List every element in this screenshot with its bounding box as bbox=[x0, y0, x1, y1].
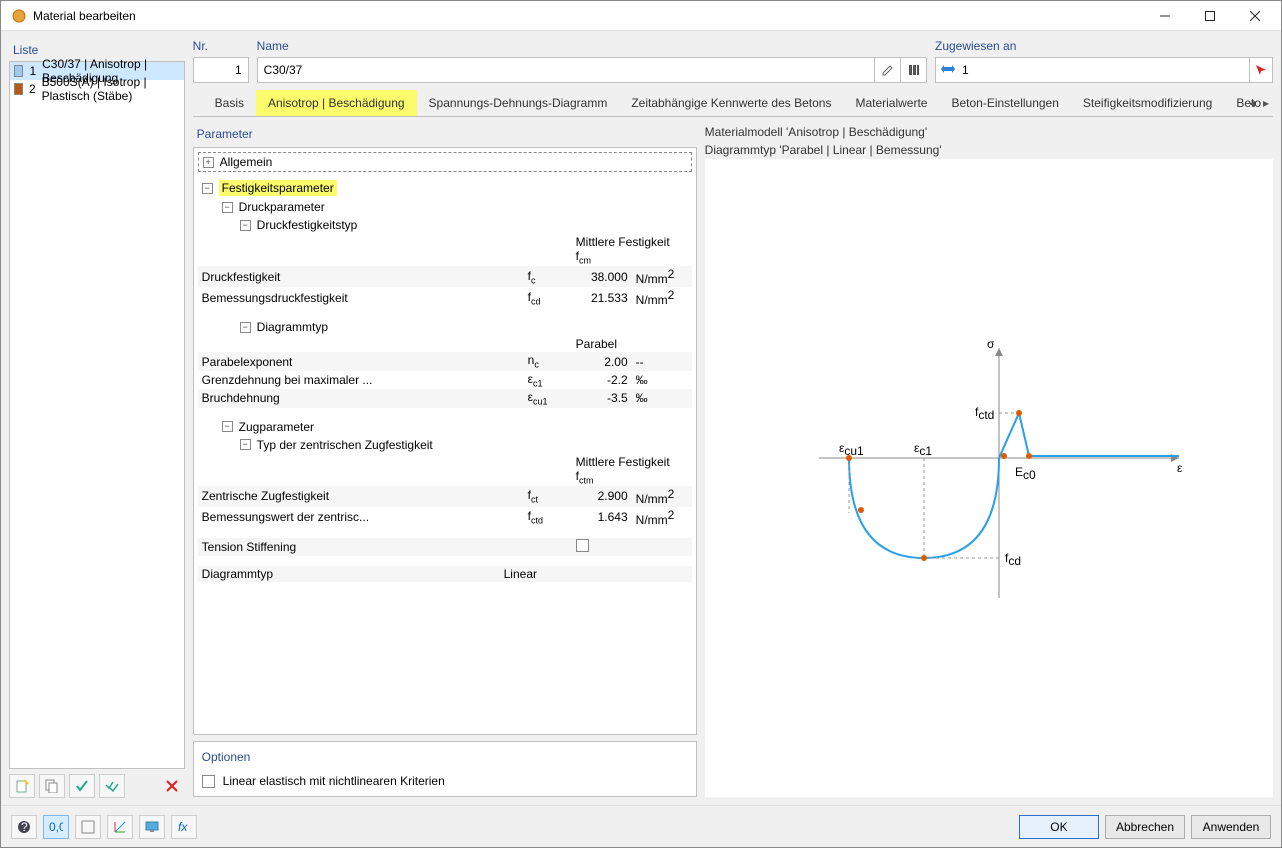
table-row: Zentrische Zugfestigkeit fct 2.900 N/mm2 bbox=[198, 486, 692, 507]
table-row: Parabel bbox=[198, 336, 692, 352]
collapse-icon[interactable]: − bbox=[222, 421, 233, 432]
grid-icon[interactable] bbox=[75, 815, 101, 839]
new-icon[interactable] bbox=[9, 774, 35, 798]
titlebar: Material bearbeiten bbox=[1, 1, 1281, 31]
list-item-num: 2 bbox=[29, 82, 36, 96]
list-item-num: 1 bbox=[29, 64, 36, 78]
table-row: Grenzdehnung bei maximaler ... εc1 -2.2‰ bbox=[198, 371, 692, 389]
app-icon bbox=[11, 8, 27, 24]
units-icon[interactable]: 0,00 bbox=[43, 815, 69, 839]
assigned-field[interactable] bbox=[956, 63, 1249, 77]
color-swatch bbox=[14, 83, 23, 95]
options-header: Optionen bbox=[202, 750, 688, 764]
tree-comp-type[interactable]: − Druckfestigkeitstyp bbox=[198, 216, 692, 234]
tab-basis[interactable]: Basis bbox=[203, 90, 256, 116]
list-toolbar bbox=[9, 769, 185, 797]
edit-icon[interactable] bbox=[874, 58, 900, 82]
parameter-title: Parameter bbox=[193, 123, 697, 147]
linear-elastic-option[interactable]: Linear elastisch mit nichtlinearen Krite… bbox=[202, 774, 688, 788]
ok-button[interactable]: OK bbox=[1019, 815, 1099, 839]
collapse-icon[interactable]: − bbox=[202, 183, 213, 194]
options-panel: Optionen Linear elastisch mit nichtlinea… bbox=[193, 741, 697, 797]
tree-diagram-type[interactable]: − Diagrammtyp bbox=[198, 318, 692, 336]
material-list[interactable]: 1 C30/37 | Anisotrop | Beschädigung 2 B5… bbox=[9, 61, 185, 769]
svg-text:fx: fx bbox=[178, 820, 188, 834]
tree-tension[interactable]: − Zugparameter bbox=[198, 418, 692, 436]
tree-compression[interactable]: − Druckparameter bbox=[198, 198, 692, 216]
maximize-button[interactable] bbox=[1187, 1, 1232, 31]
eps-label: ε bbox=[1177, 461, 1183, 475]
svg-text:?: ? bbox=[21, 820, 28, 834]
nr-label: Nr. bbox=[193, 39, 249, 57]
name-label: Name bbox=[257, 39, 927, 57]
collapse-icon[interactable]: − bbox=[240, 439, 251, 450]
tree-strength[interactable]: − Festigkeitsparameter bbox=[198, 178, 692, 198]
help-icon[interactable]: ? bbox=[11, 815, 37, 839]
tab-scroll-right-icon[interactable]: ▸ bbox=[1259, 89, 1273, 117]
cancel-button[interactable]: Abbrechen bbox=[1105, 815, 1185, 839]
display-icon[interactable] bbox=[139, 815, 165, 839]
diagram-desc-1: Materialmodell 'Anisotrop | Beschädigung… bbox=[705, 123, 1273, 141]
table-row: Bemessungsdruckfestigkeit fcd 21.533 N/m… bbox=[198, 287, 692, 308]
close-button[interactable] bbox=[1232, 1, 1277, 31]
tree-general[interactable]: + Allgemein bbox=[198, 152, 692, 172]
table-row: Parabelexponent nc 2.00-- bbox=[198, 352, 692, 370]
list-item-name: B500S(A) | Isotrop | Plastisch (Stäbe) bbox=[42, 75, 180, 103]
assigned-label: Zugewiesen an bbox=[935, 39, 1273, 57]
tab-material-values[interactable]: Materialwerte bbox=[843, 90, 939, 116]
minimize-button[interactable] bbox=[1142, 1, 1187, 31]
table-row: Mittlere Festigkeit fcm bbox=[198, 234, 692, 266]
table-row: Bemessungswert der zentrisc... fctd 1.64… bbox=[198, 507, 692, 528]
name-field[interactable] bbox=[258, 63, 874, 77]
tab-time-dependent[interactable]: Zeitabhängige Kennwerte des Betons bbox=[619, 90, 843, 116]
tension-stiffening-checkbox[interactable] bbox=[576, 539, 589, 552]
nr-field[interactable] bbox=[194, 63, 248, 77]
table-row: Bruchdehnung εcu1 -3.5‰ bbox=[198, 389, 692, 407]
check-all-icon[interactable] bbox=[99, 774, 125, 798]
axis-icon[interactable] bbox=[107, 815, 133, 839]
library-icon[interactable] bbox=[900, 58, 926, 82]
svg-text:fctd: fctd bbox=[975, 405, 994, 422]
tab-scroll-left-icon[interactable]: ◂ bbox=[1245, 89, 1259, 117]
diagram-desc-2: Diagrammtyp 'Parabel | Linear | Bemessun… bbox=[705, 141, 1273, 159]
table-row: Druckfestigkeit fc 38.000 N/mm2 bbox=[198, 266, 692, 287]
stress-strain-diagram: σ ε bbox=[705, 159, 1273, 797]
function-icon[interactable]: fx bbox=[171, 815, 197, 839]
sigma-label: σ bbox=[987, 337, 995, 351]
list-item[interactable]: 2 B500S(A) | Isotrop | Plastisch (Stäbe) bbox=[10, 80, 184, 98]
svg-text:εcu1: εcu1 bbox=[839, 441, 864, 458]
tab-anisotrop[interactable]: Anisotrop | Beschädigung bbox=[256, 90, 417, 116]
tab-stiffness-mod[interactable]: Steifigkeitsmodifizierung bbox=[1071, 90, 1224, 116]
tab-concrete-settings[interactable]: Beton-Einstellungen bbox=[939, 90, 1070, 116]
svg-text:εc1: εc1 bbox=[914, 441, 932, 458]
footer: ? 0,00 fx OK Abbrechen Anwenden bbox=[1, 805, 1281, 847]
check-icon[interactable] bbox=[69, 774, 95, 798]
beam-icon bbox=[940, 63, 956, 78]
pick-icon[interactable] bbox=[1249, 58, 1272, 82]
collapse-icon[interactable]: − bbox=[240, 322, 251, 333]
collapse-icon[interactable]: − bbox=[240, 220, 251, 231]
table-row: Diagrammtyp Linear bbox=[198, 566, 692, 582]
table-row: Mittlere Festigkeit fctm bbox=[198, 454, 692, 486]
expand-icon[interactable]: + bbox=[203, 157, 214, 168]
delete-icon[interactable] bbox=[159, 774, 185, 798]
collapse-icon[interactable]: − bbox=[222, 202, 233, 213]
color-swatch bbox=[14, 65, 23, 77]
tab-stress-strain[interactable]: Spannungs-Dehnungs-Diagramm bbox=[417, 90, 620, 116]
parameter-tree[interactable]: + Allgemein − Festigkeitsparameter − Dru… bbox=[193, 147, 697, 735]
apply-button[interactable]: Anwenden bbox=[1191, 815, 1271, 839]
svg-text:0,00: 0,00 bbox=[49, 820, 63, 834]
window-title: Material bearbeiten bbox=[33, 9, 136, 23]
copy-icon[interactable] bbox=[39, 774, 65, 798]
table-row: Tension Stiffening bbox=[198, 538, 692, 556]
tabstrip: Basis Anisotrop | Beschädigung Spannungs… bbox=[193, 89, 1273, 117]
svg-text:Ec0: Ec0 bbox=[1015, 465, 1036, 482]
tree-tens-type[interactable]: − Typ der zentrischen Zugfestigkeit bbox=[198, 436, 692, 454]
linear-elastic-checkbox[interactable] bbox=[202, 775, 215, 788]
svg-text:fcd: fcd bbox=[1005, 551, 1021, 568]
